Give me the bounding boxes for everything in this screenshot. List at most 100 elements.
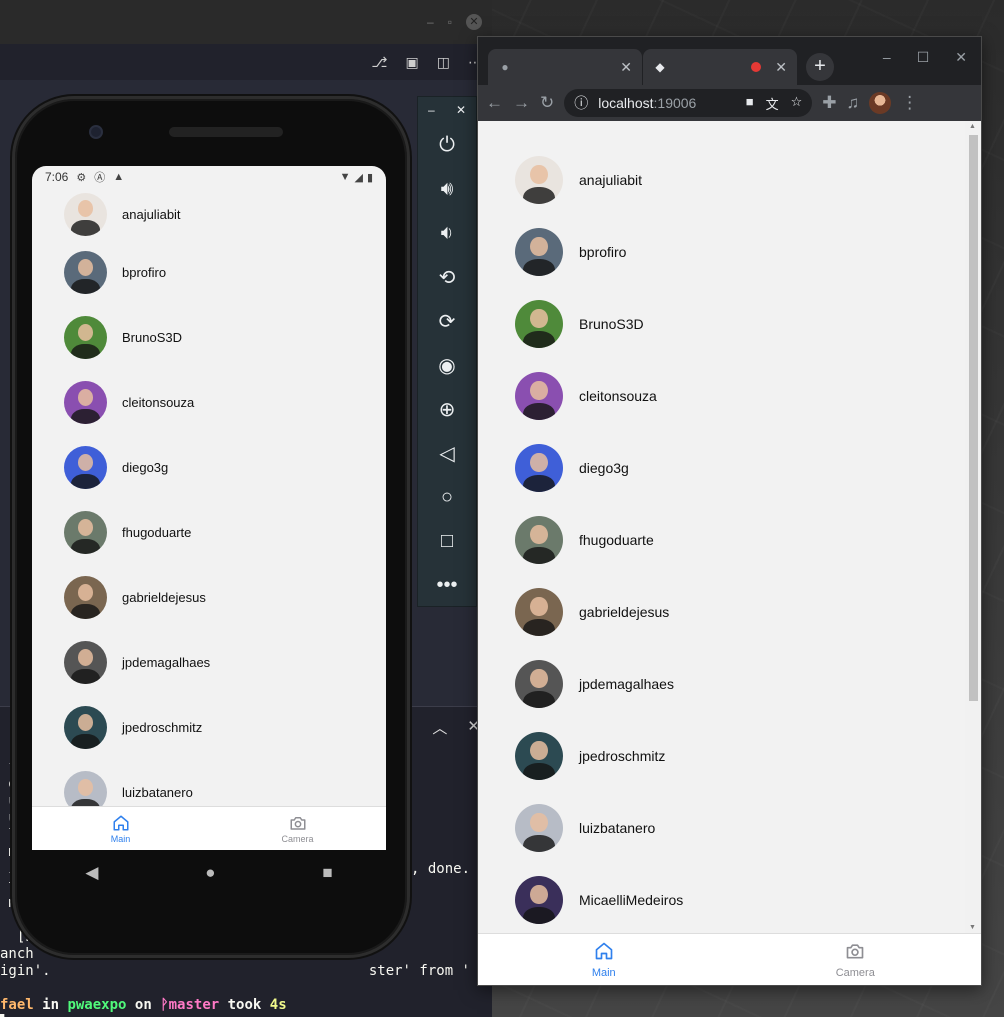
tab-main[interactable]: Main bbox=[478, 934, 730, 985]
translate-icon[interactable]: 文 bbox=[766, 94, 779, 113]
user-list-item[interactable]: jpdemagalhaes bbox=[32, 630, 386, 695]
user-list-item[interactable]: jpedroschmitz bbox=[32, 695, 386, 760]
tab-main[interactable]: Main bbox=[32, 807, 209, 850]
user-list-item[interactable]: gabrieldejesus bbox=[32, 565, 386, 630]
close-tab-icon[interactable]: ✕ bbox=[620, 59, 632, 76]
power-button[interactable]: ⏻ bbox=[418, 123, 476, 167]
forward-icon[interactable]: → bbox=[513, 93, 530, 113]
minimize-icon[interactable]: – bbox=[427, 15, 434, 29]
user-list-item[interactable]: bprofiro bbox=[478, 216, 963, 288]
user-list-item[interactable]: anajuliabit bbox=[478, 144, 963, 216]
split-editor-icon[interactable]: ◫ bbox=[437, 54, 450, 71]
scrollbar[interactable]: ▲ ▼ bbox=[965, 121, 981, 933]
zoom-icon: ⊕ bbox=[438, 398, 456, 421]
extensions-icon[interactable]: ✚ bbox=[822, 93, 836, 113]
back-icon[interactable]: ← bbox=[486, 93, 503, 113]
browser-tab-pwaexpo[interactable]: ● ✕ bbox=[488, 49, 642, 85]
web-user-list[interactable]: anajuliabit bprofiro BrunoS3D cleitonsouza d… bbox=[478, 121, 963, 933]
home-button[interactable]: ○ bbox=[418, 475, 476, 519]
volume-down-icon: 🔉︎ bbox=[440, 221, 454, 244]
prompt-took: took bbox=[227, 997, 262, 1013]
user-list-item[interactable]: diego3g bbox=[478, 432, 963, 504]
profile-avatar[interactable] bbox=[869, 92, 892, 114]
menu-icon[interactable]: ⋮ bbox=[901, 93, 918, 113]
zoom-button[interactable]: ⊕ bbox=[418, 387, 476, 431]
user-name: jpedroschmitz bbox=[579, 748, 666, 764]
user-name: fhugoduarte bbox=[122, 525, 192, 540]
address-bar[interactable]: ⓘ localhost:19006 ■ 文 ☆ bbox=[564, 89, 813, 117]
overview-icon[interactable]: ■ bbox=[322, 863, 332, 883]
close-icon[interactable]: ✕ bbox=[456, 103, 466, 117]
user-avatar bbox=[515, 588, 563, 636]
home-icon bbox=[112, 814, 130, 834]
reload-icon[interactable]: ↻ bbox=[540, 93, 554, 113]
browser-tab-main[interactable]: ◆ ✕ bbox=[643, 49, 797, 85]
minimize-icon[interactable]: – bbox=[428, 103, 435, 117]
android-nav-bar: ◀ ● ■ bbox=[32, 850, 386, 896]
battery-icon: ▮ bbox=[366, 171, 373, 184]
user-list-item[interactable]: jpedroschmitz bbox=[478, 720, 963, 792]
user-list-item[interactable]: BrunoS3D bbox=[478, 288, 963, 360]
a-icon: Ⓐ bbox=[94, 172, 106, 184]
scrollbar-thumb[interactable] bbox=[969, 135, 978, 701]
user-list-item[interactable]: fhugoduarte bbox=[478, 504, 963, 576]
phone-user-list[interactable]: anajuliabit bprofiro BrunoS3D cleitonsouza d… bbox=[32, 188, 386, 806]
open-preview-icon[interactable]: ▣ bbox=[406, 54, 419, 71]
screenshot-button[interactable]: ◉ bbox=[418, 343, 476, 387]
back-icon[interactable]: ◀ bbox=[85, 863, 98, 883]
user-list-item[interactable]: anajuliabit bbox=[32, 188, 386, 240]
minimize-icon[interactable]: – bbox=[883, 49, 891, 66]
close-icon[interactable]: ✕ bbox=[466, 14, 482, 30]
close-icon[interactable]: ✕ bbox=[955, 49, 967, 66]
home-icon[interactable]: ● bbox=[205, 863, 215, 883]
video-camera-icon[interactable]: ■ bbox=[746, 94, 754, 113]
user-list-item[interactable]: jpdemagalhaes bbox=[478, 648, 963, 720]
bookmark-star-icon[interactable]: ☆ bbox=[791, 94, 803, 113]
tab-label: Camera bbox=[281, 833, 314, 844]
user-list-item[interactable]: bprofiro bbox=[32, 240, 386, 305]
user-list-item[interactable]: diego3g bbox=[32, 435, 386, 500]
prompt-duration: 4s bbox=[269, 997, 287, 1013]
close-tab-icon[interactable]: ✕ bbox=[775, 59, 787, 76]
chevron-up-icon[interactable]: ︿ bbox=[432, 717, 447, 738]
volume-up-button[interactable]: 🔊︎ bbox=[418, 167, 476, 211]
user-avatar bbox=[64, 446, 107, 489]
user-list-item[interactable]: fhugoduarte bbox=[32, 500, 386, 565]
back-button[interactable]: ◁ bbox=[418, 431, 476, 475]
more-button[interactable]: ••• bbox=[418, 563, 476, 607]
page-viewport: anajuliabit bprofiro BrunoS3D cleitonsouza d… bbox=[478, 121, 981, 985]
user-avatar bbox=[515, 516, 563, 564]
tab-camera[interactable]: Camera bbox=[730, 934, 982, 985]
scroll-down-icon[interactable]: ▼ bbox=[969, 924, 976, 931]
overview-button[interactable]: □ bbox=[418, 519, 476, 563]
user-list-item[interactable]: cleitonsouza bbox=[478, 360, 963, 432]
source-control-icon[interactable]: ⎇ bbox=[371, 54, 387, 71]
user-list-item[interactable]: luizbatanero bbox=[32, 760, 386, 806]
power-icon: ⏻ bbox=[439, 133, 455, 156]
rotate-right-button[interactable]: ⟳ bbox=[418, 299, 476, 343]
user-list-item[interactable]: cleitonsouza bbox=[32, 370, 386, 435]
gear-icon: ⚙ bbox=[76, 171, 87, 184]
prompt-on: on bbox=[134, 997, 152, 1013]
user-list-item[interactable]: MicaelliMedeiros bbox=[478, 864, 963, 933]
earpiece-speaker bbox=[169, 127, 283, 137]
rotate-left-icon: ⟲ bbox=[438, 266, 456, 289]
user-list-item[interactable]: gabrieldejesus bbox=[478, 576, 963, 648]
new-tab-button[interactable]: + bbox=[806, 53, 834, 81]
scroll-up-icon[interactable]: ▲ bbox=[969, 123, 976, 130]
user-name: jpdemagalhaes bbox=[122, 655, 211, 670]
media-control-icon[interactable]: ♫ bbox=[847, 93, 860, 113]
user-list-item[interactable]: BrunoS3D bbox=[32, 305, 386, 370]
prompt-user: fael bbox=[0, 997, 34, 1013]
user-name: luizbatanero bbox=[122, 785, 193, 800]
volume-down-button[interactable]: 🔉︎ bbox=[418, 211, 476, 255]
maximize-icon[interactable]: ☐ bbox=[917, 49, 930, 66]
rotate-left-button[interactable]: ⟲ bbox=[418, 255, 476, 299]
home-icon: ○ bbox=[440, 485, 454, 508]
info-icon[interactable]: ⓘ bbox=[574, 93, 588, 113]
user-list-item[interactable]: luizbatanero bbox=[478, 792, 963, 864]
url-host: localhost bbox=[598, 95, 654, 111]
tab-camera[interactable]: Camera bbox=[209, 807, 386, 850]
user-avatar bbox=[515, 804, 563, 852]
maximize-icon[interactable]: ▫ bbox=[448, 15, 452, 29]
